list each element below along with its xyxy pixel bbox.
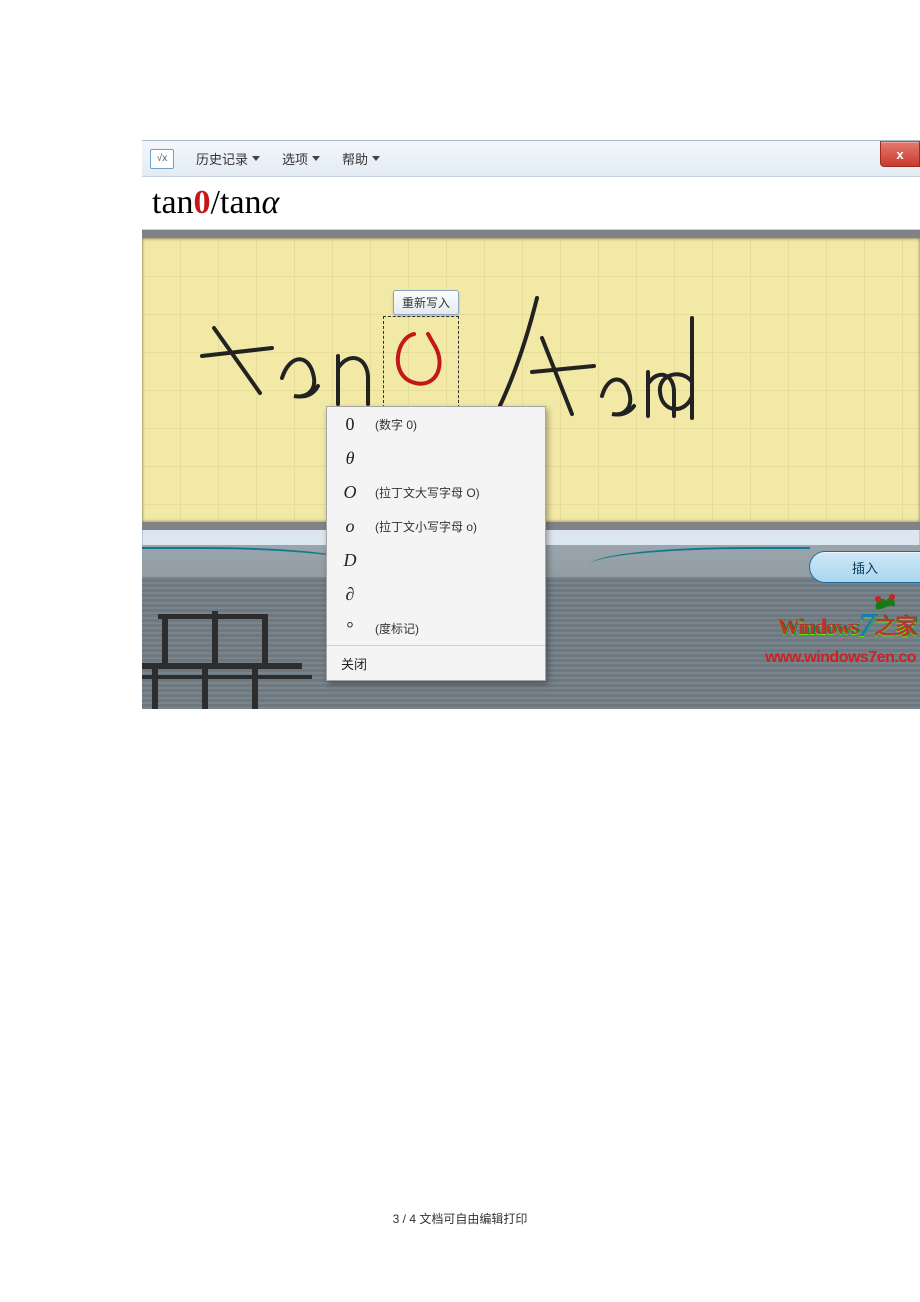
chevron-down-icon [312, 156, 320, 161]
formula-zero: 0 [194, 184, 211, 222]
wm-seven: 7 [858, 607, 874, 644]
watermark-url: www.windows7en.co [765, 649, 916, 667]
page-total: 4 [409, 1212, 416, 1226]
sym-cap-o: O [341, 482, 359, 503]
insert-button[interactable]: 插入 [809, 551, 920, 583]
menu-options[interactable]: 选项 [282, 149, 320, 168]
sym-cap-d: D [341, 550, 359, 571]
menu-item-cap-d[interactable]: D [327, 543, 545, 577]
formula-sep: / [211, 184, 220, 222]
sym-degree: ° [341, 618, 359, 639]
desc-degree: (度标记) [375, 620, 419, 637]
footer-note: 文档可自由编辑打印 [416, 1212, 527, 1226]
wm-b: 之家 [874, 614, 916, 639]
close-icon: x [896, 147, 903, 162]
wm-a: Windows [777, 614, 858, 639]
menu-item-degree[interactable]: ° (度标记) [327, 611, 545, 645]
handwriting-canvas[interactable]: 重新写入 0 (数字 0) θ O (拉丁文大写字母 O) o (拉 [142, 238, 920, 522]
menu-item-cap-o[interactable]: O (拉丁文大写字母 O) [327, 475, 545, 509]
math-input-panel-screenshot: √x 历史记录 选项 帮助 x tan 0 / tan α [142, 140, 920, 709]
canvas-area: 重新写入 0 (数字 0) θ O (拉丁文大写字母 O) o (拉 [142, 230, 920, 530]
desc-low-o: (拉丁文小写字母 o) [375, 518, 477, 535]
menu-item-low-o[interactable]: o (拉丁文小写字母 o) [327, 509, 545, 543]
menu-options-label: 选项 [282, 149, 308, 168]
menu-item-partial[interactable]: ∂ [327, 577, 545, 611]
menu-history[interactable]: 历史记录 [196, 149, 260, 168]
selection-box [383, 316, 459, 408]
desc-cap-o: (拉丁文大写字母 O) [375, 484, 480, 501]
formula-output: tan 0 / tan α [142, 176, 920, 230]
sym-low-o: o [341, 516, 359, 537]
desc-0: (数字 0) [375, 416, 417, 433]
sym-theta: θ [341, 448, 359, 469]
chevron-down-icon [252, 156, 260, 161]
menu-help-label: 帮助 [342, 149, 368, 168]
rewrite-label: 重新写入 [402, 296, 450, 310]
chevron-down-icon [372, 156, 380, 161]
dock-silhouette [142, 589, 342, 709]
sym-0: 0 [341, 414, 359, 435]
close-button[interactable]: x [880, 141, 920, 167]
toolbar: √x 历史记录 选项 帮助 x [142, 141, 920, 176]
menu-help[interactable]: 帮助 [342, 149, 380, 168]
formula-tan2: tan [220, 184, 262, 222]
menu-item-close[interactable]: 关闭 [327, 646, 545, 680]
menu-item-theta[interactable]: θ [327, 441, 545, 475]
sym-partial: ∂ [341, 584, 359, 605]
menu-item-digit-0[interactable]: 0 (数字 0) [327, 407, 545, 441]
app-icon: √x [150, 149, 174, 169]
watermark-logo: Windows7之家 [777, 605, 916, 643]
rewrite-button[interactable]: 重新写入 [393, 290, 459, 315]
formula-alpha: α [262, 184, 280, 222]
menu-history-label: 历史记录 [196, 149, 248, 168]
insert-label: 插入 [852, 558, 878, 577]
page-sep: / [399, 1212, 409, 1226]
correction-menu: 0 (数字 0) θ O (拉丁文大写字母 O) o (拉丁文小写字母 o) D [326, 406, 546, 681]
panel-curve-right [590, 547, 810, 569]
menu-close-label: 关闭 [341, 654, 367, 673]
page-footer: 3 / 4 文档可自由编辑打印 [0, 1210, 920, 1227]
formula-tan1: tan [152, 184, 194, 222]
